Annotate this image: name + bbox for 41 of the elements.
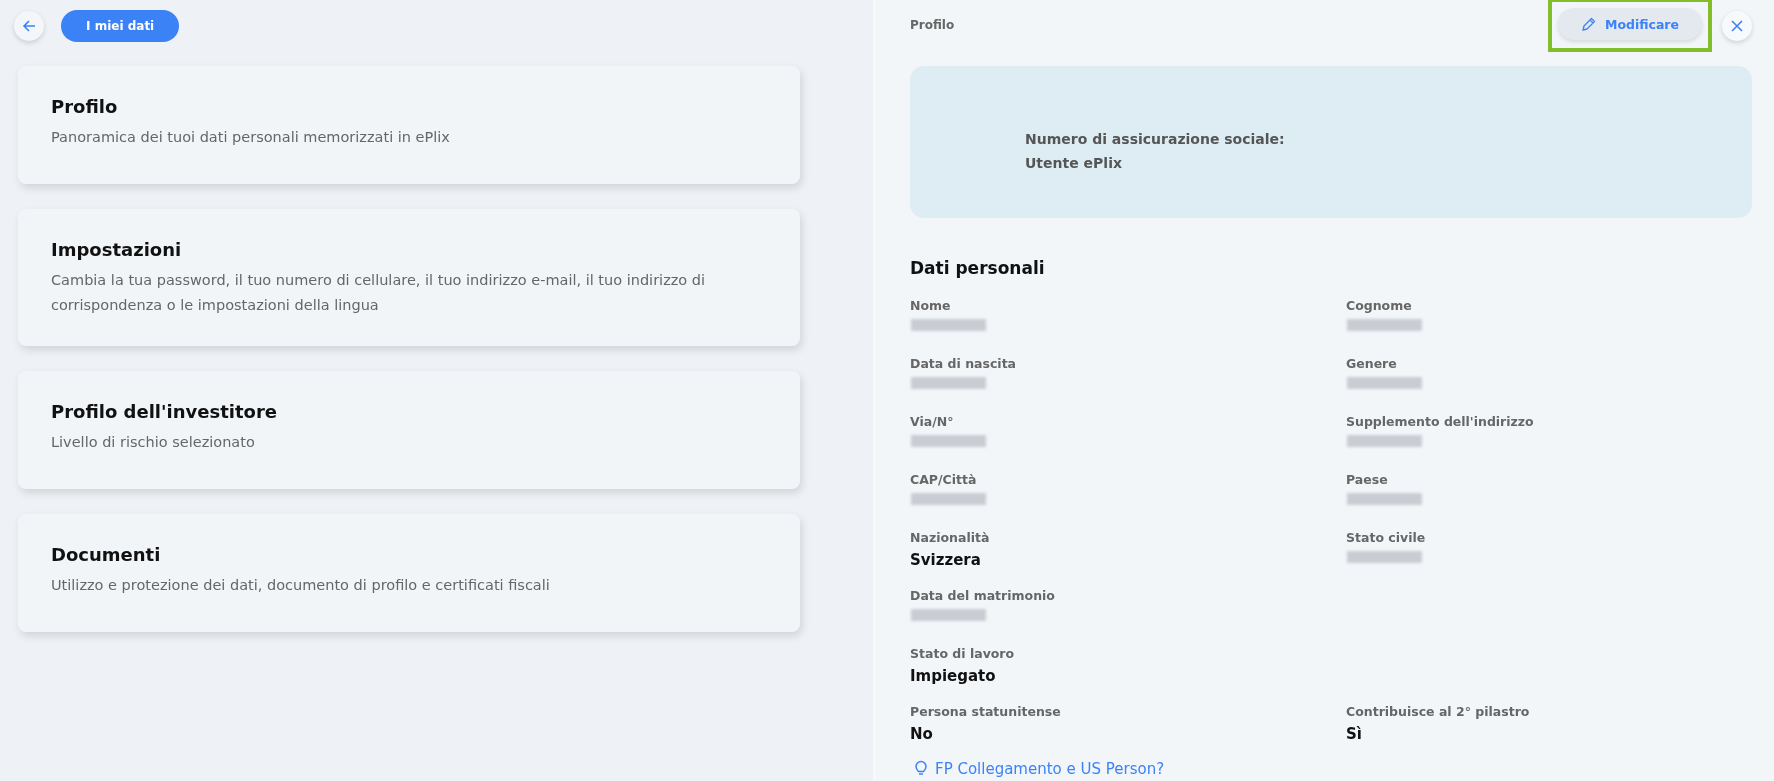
field-label: Cognome	[1346, 298, 1413, 313]
field-label: Nazionalità	[910, 530, 991, 545]
field-value: Sì	[1346, 725, 1363, 743]
summary-text: Numero di assicurazione sociale:	[1025, 130, 1285, 149]
arrow-left-icon	[22, 19, 36, 33]
field-label: Via/N°	[910, 414, 955, 429]
field-value: Svizzera	[910, 551, 982, 569]
back-button[interactable]	[14, 11, 44, 41]
card-description: Panoramica dei tuoi dati personali memorizzati in ePlix	[51, 128, 451, 147]
field-value: No	[910, 725, 934, 743]
field-label: Data di nascita	[910, 356, 1018, 371]
field-label: Stato civile	[1346, 530, 1427, 545]
card-description: Cambia la tua password, il tuo numero di cellulare, il tuo indirizzo e-mail, il tuo indirizzo di corrispondenza o le impostazioni della lingua	[51, 271, 707, 315]
menu-card[interactable]: Profilo Panoramica dei tuoi dati personali memorizzati in ePlix	[18, 66, 800, 184]
field-label: Supplemento dell'indirizzo	[1346, 414, 1535, 429]
page-title-button[interactable]: I miei dati	[61, 10, 180, 42]
field-label: Data del matrimonio	[910, 588, 1056, 603]
field-label: Paese	[1346, 472, 1389, 487]
field-label: CAP/Città	[910, 472, 978, 487]
field-label: Nome	[910, 298, 952, 313]
menu-card[interactable]: Profilo dell'investitore Livello di rischio selezionato	[18, 371, 800, 489]
field-label: Genere	[1346, 356, 1398, 371]
pencil-icon	[1581, 16, 1596, 32]
card-title: Profilo	[51, 96, 119, 117]
card-title: Profilo dell'investitore	[51, 401, 278, 422]
panel-title: Profilo	[910, 18, 955, 32]
section-title: Dati personali	[910, 258, 1046, 278]
field-label: Persona statunitense	[910, 704, 1062, 719]
close-icon	[1731, 20, 1743, 32]
menu-card[interactable]: Documenti Utilizzo e protezione dei dati, documento di profilo e certificati fiscali	[18, 514, 800, 632]
card-title: Documenti	[51, 544, 162, 565]
field-label: Stato di lavoro	[910, 646, 1016, 661]
close-button[interactable]	[1722, 11, 1752, 41]
summary-text: Utente ePlix	[1025, 154, 1123, 173]
lightbulb-icon	[914, 760, 928, 777]
card-description: Livello di rischio selezionato	[51, 433, 256, 452]
menu-card[interactable]: Impostazioni Cambia la tua password, il tuo numero di cellulare, il tuo indirizzo e-mail, il tuo indirizzo di corrispondenza o le impostazioni della lingua	[18, 209, 800, 346]
field-value: Impiegato	[910, 667, 997, 685]
field-label: Contribuisce al 2° pilastro	[1346, 704, 1531, 719]
card-title: Impostazioni	[51, 239, 183, 260]
card-description: Utilizzo e protezione dei dati, documento di profilo e certificati fiscali	[51, 576, 551, 595]
